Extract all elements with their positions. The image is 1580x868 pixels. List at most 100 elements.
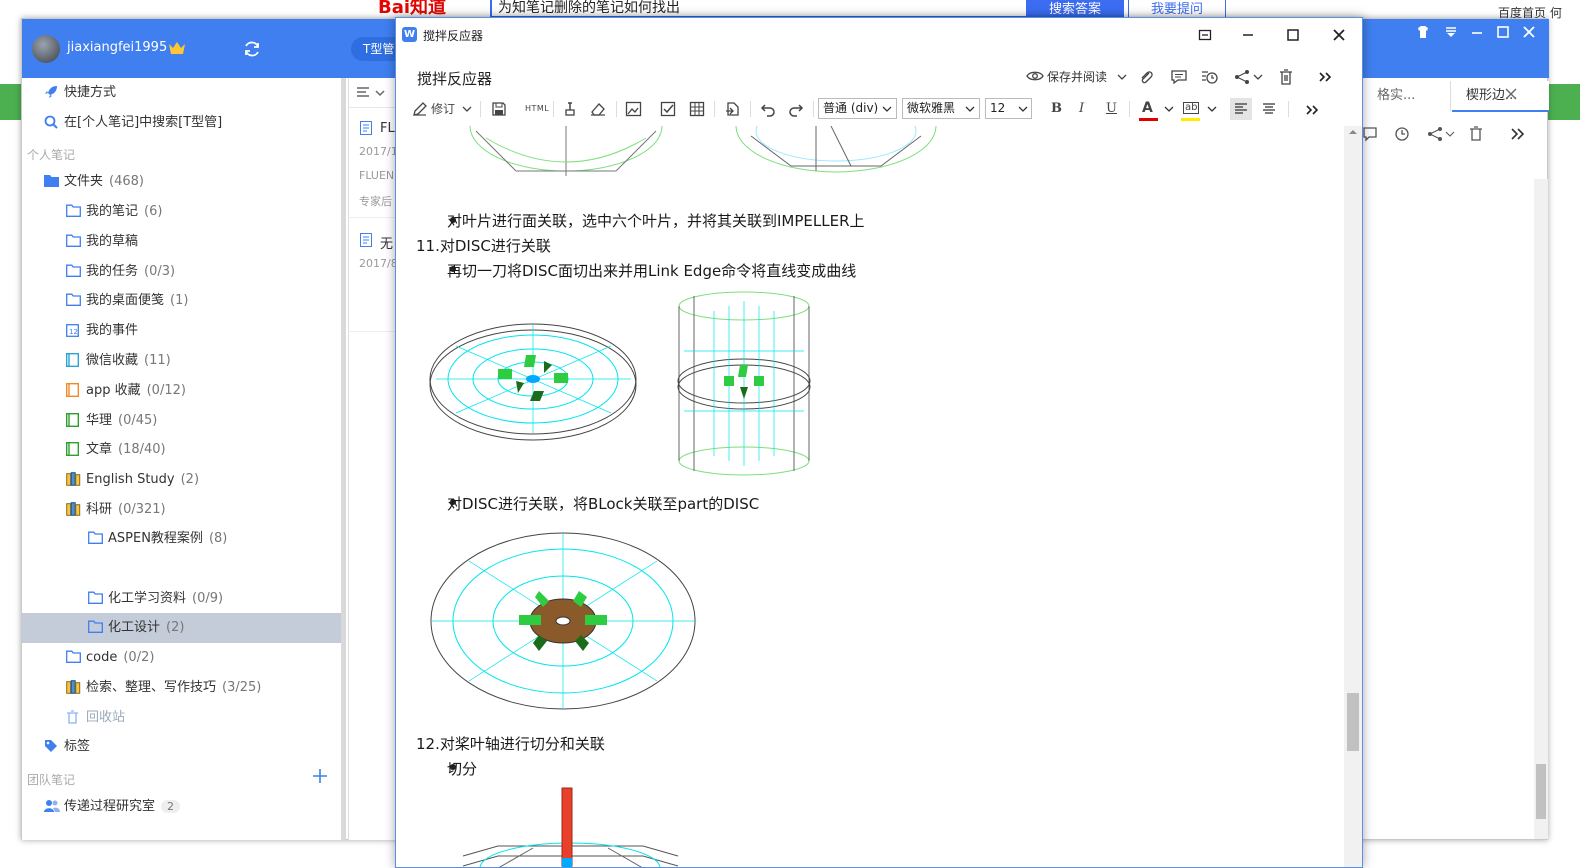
- font-dropdown-icon[interactable]: [965, 105, 975, 113]
- save-icon[interactable]: [491, 101, 507, 117]
- more-icon[interactable]: [1318, 70, 1332, 84]
- background-search-button[interactable]: 搜索答案: [1026, 0, 1124, 18]
- history-icon[interactable]: [1200, 69, 1218, 85]
- sidebar-folder-8[interactable]: 华理 (0/45): [66, 406, 157, 435]
- checkbox-icon[interactable]: [660, 101, 676, 117]
- undo-icon[interactable]: [760, 101, 776, 117]
- tab-close-icon[interactable]: [1504, 87, 1518, 101]
- sort-icon[interactable]: [356, 86, 388, 100]
- maximize-icon[interactable]: [1496, 25, 1512, 41]
- sidebar-folder-10[interactable]: English Study (2): [66, 465, 199, 494]
- highlight-button[interactable]: ab: [1183, 102, 1200, 114]
- attachment-icon[interactable]: [1138, 68, 1154, 86]
- save-dropdown-icon[interactable]: [1116, 72, 1128, 82]
- html-button[interactable]: HTML: [525, 98, 549, 120]
- eraser-icon[interactable]: [589, 101, 607, 117]
- username[interactable]: jiaxiangfei1995: [67, 40, 167, 55]
- bg-scrollbar-thumb[interactable]: [1536, 764, 1546, 819]
- note-item-1-title[interactable]: FL: [380, 121, 395, 136]
- font-color-button[interactable]: A: [1142, 98, 1153, 120]
- sidebar-tags[interactable]: 标签: [44, 732, 90, 761]
- add-team-icon[interactable]: [312, 768, 328, 784]
- content-bullet-3: 对DISC进行关联，将BLock关联至part的DISC: [447, 495, 760, 513]
- background-ask-button[interactable]: 我要提问: [1128, 0, 1226, 18]
- sidebar-recycle[interactable]: 回收站: [66, 703, 125, 732]
- skin-icon[interactable]: [1416, 25, 1432, 41]
- note-title[interactable]: 搅拌反应器: [417, 68, 492, 89]
- bg-scrollbar[interactable]: [1534, 179, 1548, 839]
- sidebar-folder-code[interactable]: code (0/2): [66, 643, 154, 672]
- menu-dropdown-icon[interactable]: [1444, 25, 1460, 41]
- sidebar-shortcuts[interactable]: 快捷方式: [44, 78, 116, 107]
- sidebar-scrollbar[interactable]: [341, 78, 346, 840]
- align-center-icon[interactable]: [1262, 102, 1276, 116]
- insert-link-icon[interactable]: [724, 101, 740, 117]
- share-icon[interactable]: [1234, 68, 1268, 86]
- paragraph-dropdown-icon[interactable]: [882, 105, 892, 113]
- folder-icon: [66, 204, 81, 218]
- highlight-dropdown-icon[interactable]: [1207, 105, 1217, 113]
- editor-close-icon[interactable]: [1332, 28, 1346, 42]
- sidebar-folder-7[interactable]: app 收藏 (0/12): [66, 376, 186, 405]
- sync-icon[interactable]: [242, 39, 262, 59]
- editor-scrollbar[interactable]: [1344, 126, 1362, 867]
- delete-icon[interactable]: [1278, 68, 1294, 86]
- sidebar-search-in[interactable]: 在[个人笔记]中搜索[T型管]: [44, 108, 222, 137]
- minimize-icon[interactable]: [1470, 25, 1486, 41]
- sidebar-folder-writing[interactable]: 检索、整理、写作技巧 (3/25): [66, 673, 261, 702]
- note-item-2-title[interactable]: 无: [380, 233, 393, 252]
- sidebar-folder-6[interactable]: 微信收藏 (11): [66, 346, 171, 375]
- sidebar-research-sub-2[interactable]: CFD学习 (2/302): [88, 554, 214, 583]
- sidebar-research-sub-2-count: (2/302): [166, 560, 215, 576]
- table-icon[interactable]: [689, 101, 705, 117]
- paragraph-style-value: 普通 (div): [823, 101, 879, 115]
- editor-minimize-icon[interactable]: [1241, 28, 1255, 42]
- bold-button[interactable]: B: [1051, 98, 1062, 120]
- editor-maximize-icon[interactable]: [1286, 28, 1300, 42]
- sidebar-folder-code-count: (0/2): [123, 650, 155, 665]
- scroll-up-icon[interactable]: [1347, 128, 1359, 136]
- underline-button[interactable]: U: [1106, 98, 1117, 120]
- sidebar-folder-5[interactable]: 12 我的事件: [66, 316, 138, 345]
- sidebar-folder-3-label: 我的任务: [86, 263, 139, 279]
- note-content[interactable]: 对叶片进行面关联，选中六个叶片，并将其关联到IMPELLER上 11.对DISC…: [396, 126, 1344, 867]
- sidebar-folder-2-label: 我的草稿: [86, 233, 139, 249]
- toolbar-separator-2: [553, 101, 554, 117]
- size-dropdown-icon[interactable]: [1018, 105, 1028, 113]
- format-painter-icon[interactable]: [562, 101, 578, 117]
- folders-root-count: (468): [109, 174, 144, 189]
- sidebar-folder-3[interactable]: 我的任务 (0/3): [66, 257, 175, 286]
- note-item-1-snippet2: 专家后: [359, 195, 392, 208]
- bg-tab-1[interactable]: 格实...: [1361, 81, 1451, 111]
- comment-icon[interactable]: [1170, 69, 1188, 85]
- font-color-dropdown-icon[interactable]: [1164, 105, 1174, 113]
- sidebar-research-sub-1[interactable]: ASPEN教程案例 (8): [88, 524, 227, 553]
- sidebar-folder-1[interactable]: 我的笔记 (6): [66, 197, 162, 226]
- revise-button[interactable]: 修订: [431, 98, 455, 120]
- italic-button[interactable]: I: [1079, 98, 1084, 120]
- insert-image-icon[interactable]: [625, 101, 643, 117]
- revise-dropdown-icon[interactable]: [462, 105, 472, 113]
- align-left-icon[interactable]: [1234, 102, 1248, 116]
- bg-tab-2[interactable]: 楔形边...: [1452, 81, 1549, 112]
- sidebar-team-item[interactable]: 传递过程研究室 2: [44, 792, 181, 821]
- sidebar-folder-11[interactable]: 科研 (0/321): [66, 495, 166, 524]
- book-stack-icon: [66, 502, 81, 516]
- background-search-input[interactable]: 为知笔记删除的笔记如何找出: [490, 0, 1030, 18]
- sidebar-folder-4[interactable]: 我的桌面便笺 (1): [66, 286, 188, 315]
- editor-scrollbar-thumb[interactable]: [1347, 693, 1359, 751]
- sidebar-research-sub-4[interactable]: 化工设计 (2): [88, 613, 184, 642]
- sidebar-research-sub-3[interactable]: 化工学习资料 (0/9): [88, 584, 223, 613]
- calendar-icon: 12: [66, 323, 80, 338]
- sidebar-folder-9[interactable]: 文章 (18/40): [66, 435, 166, 464]
- window-layout-icon[interactable]: [1198, 28, 1212, 42]
- avatar[interactable]: [32, 35, 60, 63]
- sidebar-folder-2[interactable]: 我的草稿: [66, 227, 138, 256]
- sidebar-folder-writing-label: 检索、整理、写作技巧: [86, 680, 217, 695]
- redo-icon[interactable]: [788, 101, 804, 117]
- sidebar-folders-root[interactable]: 文件夹 (468): [44, 167, 144, 196]
- more-tools-icon[interactable]: [1305, 103, 1319, 117]
- save-and-read-button[interactable]: 保存并阅读: [1047, 68, 1107, 85]
- folder-icon: [66, 264, 81, 278]
- close-icon[interactable]: [1522, 25, 1538, 41]
